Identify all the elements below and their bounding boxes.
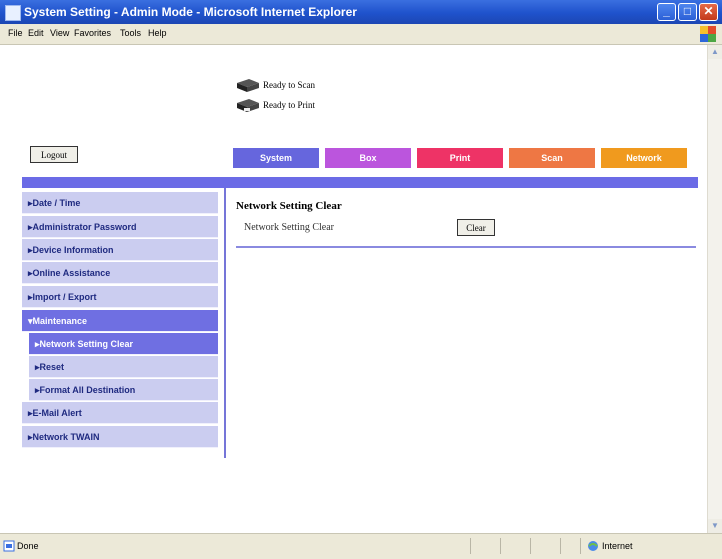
- maximize-button[interactable]: □: [678, 3, 697, 21]
- sidebar-item-network-twain[interactable]: ▸Network TWAIN: [22, 426, 218, 448]
- sidebar-item-label: E-Mail Alert: [32, 408, 82, 418]
- sidebar-item-import-export[interactable]: ▸Import / Export: [22, 286, 218, 308]
- scan-status: Ready to Scan: [235, 77, 385, 95]
- vertical-scrollbar[interactable]: ▲ ▼: [707, 45, 722, 533]
- setting-label: Network Setting Clear: [244, 222, 334, 233]
- sidebar: ▸Date / Time ▸Administrator Password ▸De…: [22, 188, 226, 458]
- menu-file[interactable]: File: [8, 28, 23, 38]
- divider: [236, 246, 696, 248]
- menu-tools[interactable]: Tools: [120, 28, 141, 38]
- sidebar-item-label: Online Assistance: [32, 268, 111, 278]
- status-bar: Done Internet: [0, 533, 722, 559]
- tab-box[interactable]: Box: [325, 148, 411, 168]
- sidebar-item-label: Administrator Password: [32, 222, 137, 232]
- header-band: [22, 177, 698, 188]
- sidebar-item-label: Import / Export: [32, 292, 97, 302]
- status-separator: [560, 538, 561, 554]
- print-status: Ready to Print: [235, 97, 385, 115]
- tab-network[interactable]: Network: [601, 148, 687, 168]
- scroll-down-icon[interactable]: ▼: [708, 519, 722, 533]
- menu-favorites[interactable]: Favorites: [74, 28, 111, 38]
- tab-scan[interactable]: Scan: [509, 148, 595, 168]
- sidebar-item-email-alert[interactable]: ▸E-Mail Alert: [22, 402, 218, 424]
- sidebar-item-date-time[interactable]: ▸Date / Time: [22, 192, 218, 214]
- internet-zone-icon: [588, 541, 598, 551]
- windows-logo-icon: [700, 26, 716, 42]
- status-text: Done: [17, 541, 39, 551]
- sidebar-item-label: Format All Destination: [39, 385, 136, 395]
- tab-print[interactable]: Print: [417, 148, 503, 168]
- minimize-button[interactable]: _: [657, 3, 676, 21]
- sidebar-item-label: Date / Time: [32, 198, 81, 208]
- status-separator: [580, 538, 581, 554]
- sidebar-item-maintenance[interactable]: ▾Maintenance: [22, 310, 218, 332]
- menu-bar: File Edit View Favorites Tools Help: [0, 24, 722, 45]
- menu-edit[interactable]: Edit: [28, 28, 44, 38]
- sidebar-item-device-information[interactable]: ▸Device Information: [22, 239, 218, 261]
- sidebar-item-administrator-password[interactable]: ▸Administrator Password: [22, 216, 218, 238]
- sidebar-item-label: Network Setting Clear: [39, 339, 134, 349]
- ie-app-icon: [5, 5, 21, 21]
- status-separator: [470, 538, 471, 554]
- print-status-text: Ready to Print: [263, 100, 315, 110]
- page-title: Network Setting Clear: [236, 200, 342, 212]
- sidebar-item-label: Network TWAIN: [32, 432, 100, 442]
- close-button[interactable]: ✕: [699, 3, 718, 21]
- printer-icon: [237, 99, 259, 112]
- window-title: System Setting - Admin Mode - Microsoft …: [24, 5, 357, 19]
- sidebar-item-online-assistance[interactable]: ▸Online Assistance: [22, 262, 218, 284]
- sidebar-item-format-all-destination[interactable]: ▸Format All Destination: [29, 379, 218, 401]
- menu-help[interactable]: Help: [148, 28, 167, 38]
- sidebar-item-label: Maintenance: [32, 316, 88, 326]
- sidebar-item-label: Device Information: [32, 245, 114, 255]
- sidebar-item-label: Reset: [39, 362, 65, 372]
- status-separator: [500, 538, 501, 554]
- tab-system[interactable]: System: [233, 148, 319, 168]
- status-separator: [530, 538, 531, 554]
- scanner-icon: [237, 79, 259, 92]
- title-bar: System Setting - Admin Mode - Microsoft …: [0, 0, 722, 24]
- zone-text: Internet: [602, 541, 633, 551]
- sidebar-item-reset[interactable]: ▸Reset: [29, 356, 218, 378]
- page-icon: [3, 540, 15, 552]
- logout-button[interactable]: Logout: [30, 146, 78, 163]
- scan-status-text: Ready to Scan: [263, 80, 315, 90]
- clear-button[interactable]: Clear: [457, 219, 495, 236]
- sidebar-item-network-setting-clear[interactable]: ▸Network Setting Clear: [29, 333, 218, 355]
- scroll-up-icon[interactable]: ▲: [708, 45, 722, 59]
- menu-view[interactable]: View: [50, 28, 69, 38]
